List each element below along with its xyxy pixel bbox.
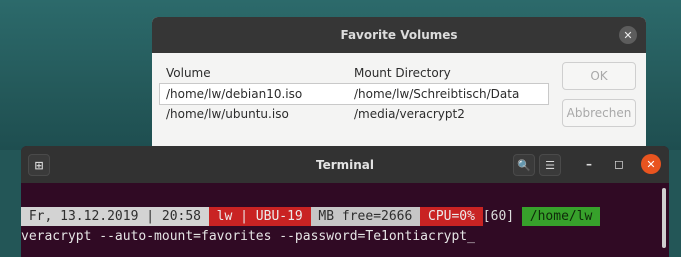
ok-button[interactable]: OK — [562, 62, 636, 90]
prompt-user-host: lw | UBU-19 — [208, 207, 311, 226]
column-header-mount-directory[interactable]: Mount Directory — [354, 66, 451, 80]
terminal-title: Terminal — [315, 157, 375, 172]
prompt-memory: MB free=2666 — [310, 207, 421, 226]
cancel-button[interactable]: Abbrechen — [562, 99, 636, 127]
dialog-title: Favorite Volumes — [340, 28, 458, 42]
terminal-scrollbar[interactable] — [662, 188, 666, 248]
volume-cell: /home/lw/ubuntu.iso — [166, 107, 289, 121]
new-tab-icon[interactable]: ⊞ — [28, 154, 50, 176]
shell-prompt: Fr, 13.12.2019 | 20:58 lw | UBU-19 MB fr… — [21, 207, 601, 226]
maximize-icon[interactable]: ◻ — [609, 154, 629, 174]
close-icon[interactable]: ✕ — [641, 154, 661, 174]
table-header: Volume Mount Directory — [160, 63, 548, 84]
favorite-volumes-dialog: Favorite Volumes ✕ Volume Mount Director… — [152, 17, 646, 165]
dialog-titlebar: Favorite Volumes ✕ — [152, 17, 646, 53]
terminal-window: ⊞ Terminal 🔍 ☰ – ◻ ✕ Fr, 13.12.2019 | 20… — [21, 146, 669, 257]
prompt-datetime: Fr, 13.12.2019 | 20:58 — [21, 207, 209, 226]
volume-cell: /home/lw/debian10.iso — [166, 87, 303, 101]
table-row[interactable]: /home/lw/ubuntu.iso /media/veracrypt2 — [160, 104, 548, 124]
column-header-volume[interactable]: Volume — [166, 66, 211, 80]
minimize-icon[interactable]: – — [579, 154, 599, 174]
prompt-path: /home/lw — [521, 207, 601, 226]
prompt-cpu: CPU=0% — [420, 207, 483, 226]
search-icon[interactable]: 🔍 — [513, 154, 535, 176]
table-row[interactable]: /home/lw/debian10.iso /home/lw/Schreibti… — [159, 83, 549, 105]
close-icon[interactable]: ✕ — [619, 26, 637, 44]
menu-icon[interactable]: ☰ — [539, 154, 561, 176]
command-line[interactable]: veracrypt --auto-mount=favorites --passw… — [21, 227, 475, 246]
volumes-table: Volume Mount Directory /home/lw/debian10… — [159, 63, 549, 124]
prompt-counter: [60] — [482, 209, 522, 224]
terminal-titlebar: ⊞ Terminal 🔍 ☰ – ◻ ✕ — [21, 146, 669, 183]
terminal-content[interactable]: Fr, 13.12.2019 | 20:58 lw | UBU-19 MB fr… — [21, 183, 669, 257]
mount-directory-cell: /media/veracrypt2 — [354, 107, 465, 121]
mount-directory-cell: /home/lw/Schreibtisch/Data — [354, 87, 520, 101]
